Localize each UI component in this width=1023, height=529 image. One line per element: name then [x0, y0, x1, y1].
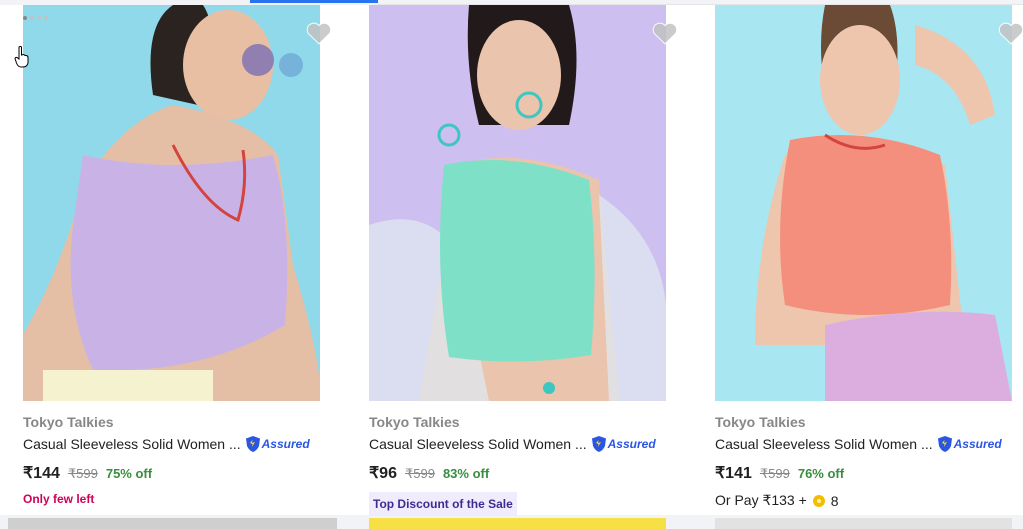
product-photo-3	[715, 5, 1012, 401]
original-price: ₹599	[67, 466, 98, 481]
product-grid-page: Tokyo Talkies Casual Sleeveless Solid Wo…	[0, 0, 1023, 529]
carousel-dot[interactable]	[37, 16, 41, 20]
product-image[interactable]	[369, 5, 666, 401]
discount-percent: 75% off	[105, 466, 153, 481]
assured-badge-icon	[937, 436, 952, 452]
product-card[interactable]: Tokyo Talkies Casual Sleeveless Solid Wo…	[346, 5, 692, 516]
product-card[interactable]: Tokyo Talkies Casual Sleeveless Solid Wo…	[0, 5, 346, 515]
product-image[interactable]	[715, 5, 1012, 401]
selling-price: ₹141	[715, 465, 752, 482]
carousel-dot[interactable]	[30, 16, 34, 20]
assured-badge-icon	[245, 436, 260, 452]
product-title[interactable]: Casual Sleeveless Solid Women ...	[715, 434, 933, 454]
discount-percent: 83% off	[442, 466, 490, 481]
product-info: Tokyo Talkies Casual Sleeveless Solid Wo…	[369, 413, 669, 516]
price-row: ₹141 ₹599 76% off	[715, 463, 1015, 483]
brand-name: Tokyo Talkies	[715, 414, 806, 430]
stock-note: Only few left	[23, 492, 95, 506]
product-card[interactable]: Tokyo Talkies Casual Sleeveless Solid Wo…	[692, 5, 1023, 515]
product-info: Tokyo Talkies Casual Sleeveless Solid Wo…	[23, 413, 323, 506]
hand-cursor-icon	[14, 46, 29, 68]
next-product-image-peek[interactable]	[369, 518, 666, 529]
brand-name: Tokyo Talkies	[369, 414, 460, 430]
wishlist-heart-icon[interactable]	[306, 21, 332, 45]
assured-badge: Assured	[245, 435, 310, 453]
active-tab-indicator	[250, 0, 378, 3]
selling-price: ₹96	[369, 465, 397, 482]
assured-badge-icon	[591, 436, 606, 452]
assured-badge: Assured	[937, 435, 1002, 453]
next-product-image-peek[interactable]	[715, 518, 1012, 529]
discount-percent: 76% off	[797, 466, 845, 481]
selling-price: ₹144	[23, 465, 60, 482]
supercoin-count: 8	[830, 492, 839, 509]
brand-name: Tokyo Talkies	[23, 414, 114, 430]
assured-badge: Assured	[591, 435, 656, 453]
product-photo-1	[23, 5, 320, 401]
wishlist-heart-icon[interactable]	[652, 21, 678, 45]
product-info: Tokyo Talkies Casual Sleeveless Solid Wo…	[715, 413, 1015, 509]
original-price: ₹599	[404, 466, 435, 481]
next-product-image-peek[interactable]	[8, 518, 337, 529]
original-price: ₹599	[759, 466, 790, 481]
price-row: ₹144 ₹599 75% off	[23, 463, 323, 483]
assured-label: Assured	[261, 437, 310, 451]
wishlist-heart-icon[interactable]	[998, 21, 1023, 45]
product-photo-2	[369, 5, 666, 401]
price-row: ₹96 ₹599 83% off	[369, 463, 669, 483]
image-carousel-dots[interactable]	[23, 16, 48, 20]
assured-label: Assured	[607, 437, 656, 451]
assured-label: Assured	[953, 437, 1002, 451]
supercoin-offer: Or Pay ₹133 + 8	[715, 492, 1015, 509]
carousel-dot[interactable]	[44, 16, 48, 20]
supercoin-icon	[812, 494, 825, 507]
product-image[interactable]	[23, 5, 320, 401]
sale-tag: Top Discount of the Sale	[369, 492, 517, 516]
product-title[interactable]: Casual Sleeveless Solid Women ...	[23, 434, 241, 454]
product-title[interactable]: Casual Sleeveless Solid Women ...	[369, 434, 587, 454]
carousel-dot[interactable]	[23, 16, 27, 20]
pay-offer-text: Or Pay ₹133 +	[715, 492, 807, 508]
